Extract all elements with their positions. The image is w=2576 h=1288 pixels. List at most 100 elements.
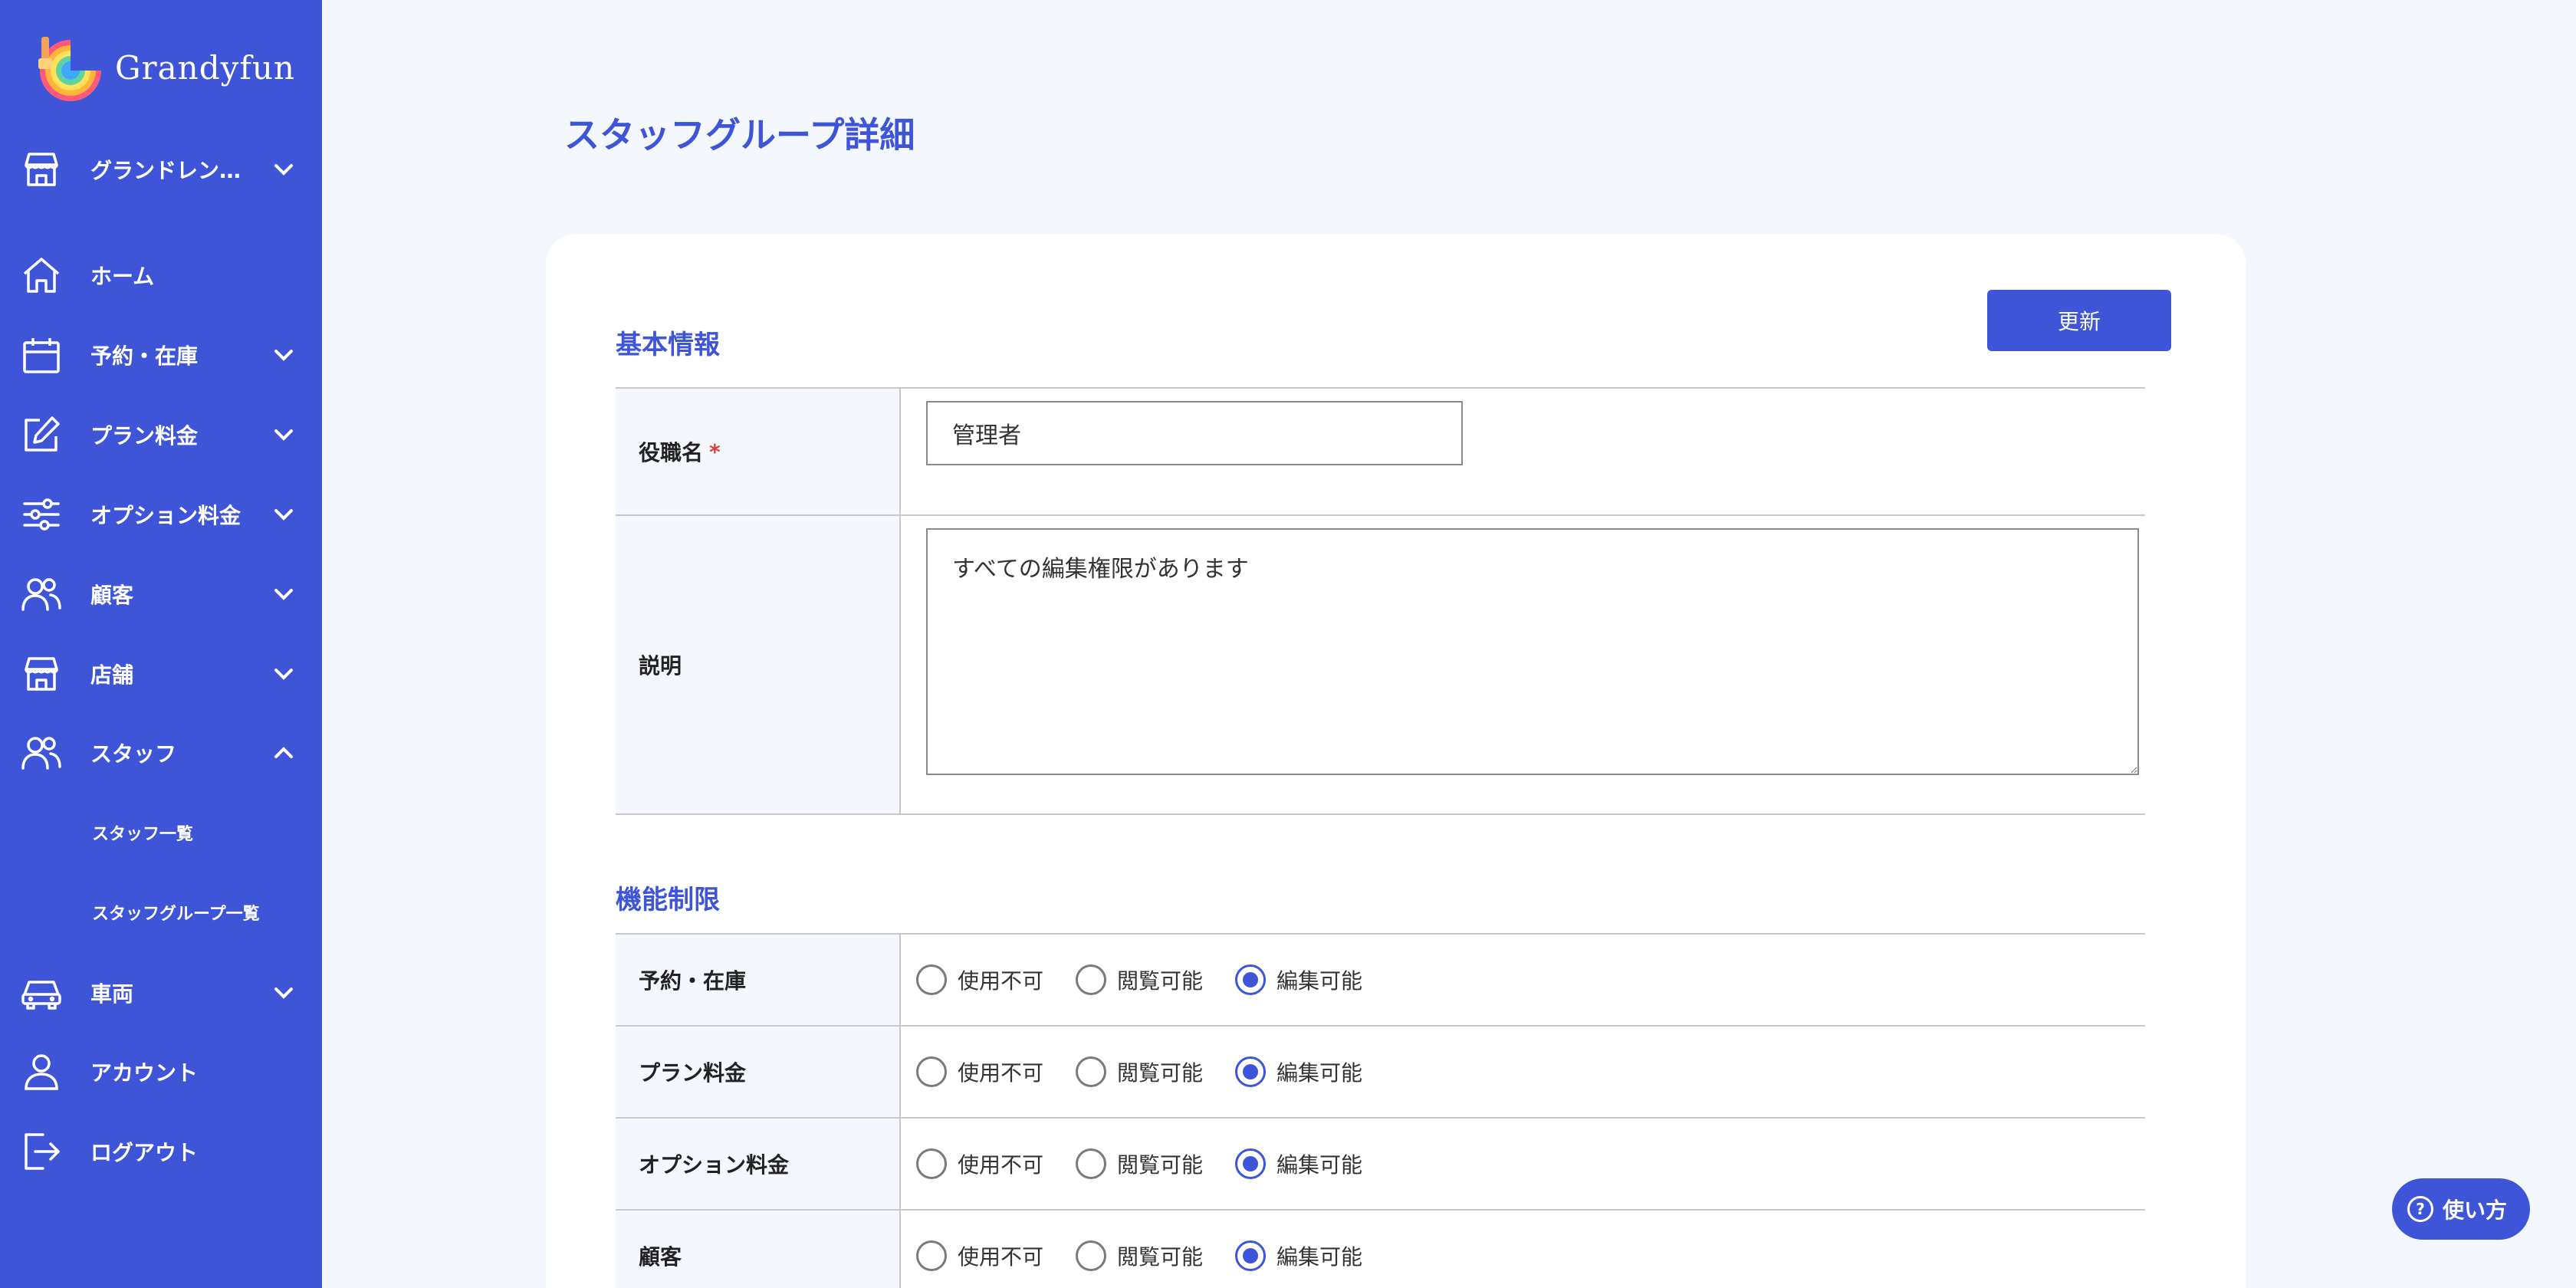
user-icon bbox=[25, 1054, 58, 1090]
radio-button[interactable] bbox=[916, 1056, 947, 1087]
store-selector-label: グランドレン… bbox=[90, 158, 242, 183]
radio-button[interactable] bbox=[1076, 1056, 1107, 1087]
radio-label: 閲覧可能 bbox=[1117, 1060, 1204, 1086]
basic-info-section-title: 基本情報 bbox=[616, 330, 720, 360]
store-icon bbox=[25, 657, 58, 691]
radio-option-disabled[interactable]: 使用不可 bbox=[916, 1148, 1043, 1179]
store-selector[interactable]: グランドレン… bbox=[0, 135, 322, 204]
sidebar-item-label: 車両 bbox=[90, 981, 134, 1007]
radio-button[interactable] bbox=[1076, 1148, 1107, 1179]
update-button[interactable]: 更新 bbox=[1987, 290, 2171, 351]
role-name-label: 役職名 * bbox=[616, 389, 901, 514]
radio-label: 閲覧可能 bbox=[1117, 1152, 1204, 1178]
radio-option-view[interactable]: 閲覧可能 bbox=[1076, 964, 1203, 995]
sidebar-item-staff[interactable]: スタッフ bbox=[0, 718, 322, 787]
radio-label: 使用不可 bbox=[958, 1060, 1044, 1086]
radio-label: 使用不可 bbox=[958, 1152, 1044, 1178]
radio-label: 閲覧可能 bbox=[1117, 1244, 1204, 1270]
brand-name: Grandyfun bbox=[115, 48, 295, 87]
permission-radio-group: 使用不可 閲覧可能 編集可能 bbox=[916, 1211, 1395, 1288]
radio-option-disabled[interactable]: 使用不可 bbox=[916, 1240, 1043, 1271]
car-icon bbox=[21, 981, 61, 1010]
permission-radio-group: 使用不可 閲覧可能 編集可能 bbox=[916, 1027, 1395, 1117]
sidebar-item-vehicles[interactable]: 車両 bbox=[0, 958, 322, 1027]
sidebar-subitem-staff-list[interactable]: スタッフ一覧 bbox=[92, 810, 193, 856]
question-icon: ? bbox=[2407, 1196, 2433, 1222]
sidebar-item-logout[interactable]: ログアウト bbox=[0, 1117, 322, 1186]
sidebar-item-label: 予約・在庫 bbox=[90, 343, 199, 369]
permission-radio-group: 使用不可 閲覧可能 編集可能 bbox=[916, 935, 1395, 1025]
radio-button-selected[interactable] bbox=[1235, 1056, 1267, 1087]
sidebar-item-label: オプション料金 bbox=[90, 503, 242, 528]
permission-row-label: 予約・在庫 bbox=[616, 935, 901, 1025]
radio-button[interactable] bbox=[1076, 964, 1107, 995]
help-button[interactable]: ? 使い方 bbox=[2392, 1178, 2530, 1240]
sidebar: Grandyfun グランドレン… ホーム 予約・在庫 プラン料金 オプション料… bbox=[0, 0, 322, 1288]
radio-option-edit[interactable]: 編集可能 bbox=[1235, 964, 1362, 995]
permission-row-label: プラン料金 bbox=[616, 1027, 901, 1117]
basic-info-table: 役職名 * 説明 すべての編集権限があります bbox=[616, 387, 2145, 815]
chevron-down-icon bbox=[274, 429, 293, 441]
radio-button[interactable] bbox=[916, 964, 947, 995]
sidebar-item-reservations[interactable]: 予約・在庫 bbox=[0, 320, 322, 389]
permission-row-label: 顧客 bbox=[616, 1211, 901, 1288]
permission-row-customers: 顧客 使用不可 閲覧可能 編集可能 bbox=[616, 1211, 2145, 1288]
permission-row-label: オプション料金 bbox=[616, 1119, 901, 1209]
sidebar-item-option-pricing[interactable]: オプション料金 bbox=[0, 480, 322, 549]
sliders-icon bbox=[23, 498, 60, 531]
permission-radio-group: 使用不可 閲覧可能 編集可能 bbox=[916, 1119, 1395, 1209]
radio-button-selected[interactable] bbox=[1235, 1240, 1267, 1271]
users-icon bbox=[21, 737, 61, 770]
radio-label: 編集可能 bbox=[1276, 1244, 1363, 1270]
radio-option-edit[interactable]: 編集可能 bbox=[1235, 1240, 1362, 1271]
radio-option-view[interactable]: 閲覧可能 bbox=[1076, 1148, 1203, 1179]
radio-button[interactable] bbox=[1076, 1240, 1107, 1271]
sidebar-item-label: 顧客 bbox=[90, 583, 134, 608]
brand-logo[interactable]: Grandyfun bbox=[31, 31, 295, 104]
radio-option-view[interactable]: 閲覧可能 bbox=[1076, 1056, 1203, 1087]
store-icon bbox=[25, 153, 58, 186]
users-icon bbox=[21, 578, 61, 611]
edit-icon bbox=[25, 416, 60, 452]
description-label: 説明 bbox=[616, 516, 901, 813]
role-name-input[interactable] bbox=[926, 401, 1463, 465]
radio-button-selected[interactable] bbox=[1235, 964, 1267, 995]
radio-label: 編集可能 bbox=[1276, 1060, 1363, 1086]
role-name-label-text: 役職名 bbox=[639, 440, 704, 465]
radio-label: 使用不可 bbox=[958, 1244, 1044, 1270]
sidebar-item-home[interactable]: ホーム bbox=[0, 241, 322, 310]
sidebar-subitem-staff-group-list[interactable]: スタッフグループ一覧 bbox=[92, 889, 260, 935]
sidebar-item-label: アカウント bbox=[90, 1060, 199, 1086]
radio-option-disabled[interactable]: 使用不可 bbox=[916, 964, 1043, 995]
sidebar-item-label: スタッフ bbox=[90, 741, 177, 767]
sidebar-item-label: ログアウト bbox=[90, 1140, 199, 1165]
permission-row-plan-pricing: プラン料金 使用不可 閲覧可能 編集可能 bbox=[616, 1027, 2145, 1119]
chevron-down-icon bbox=[274, 164, 293, 176]
sidebar-item-stores[interactable]: 店舗 bbox=[0, 639, 322, 708]
permission-row-reservations: 予約・在庫 使用不可 閲覧可能 編集可能 bbox=[616, 935, 2145, 1027]
home-icon bbox=[23, 258, 60, 293]
sidebar-item-label: 店舗 bbox=[90, 662, 134, 688]
chevron-down-icon bbox=[274, 350, 293, 361]
sidebar-item-label: プラン料金 bbox=[90, 423, 199, 449]
radio-option-edit[interactable]: 編集可能 bbox=[1235, 1056, 1362, 1087]
radio-option-edit[interactable]: 編集可能 bbox=[1235, 1148, 1362, 1179]
chevron-down-icon bbox=[274, 589, 293, 600]
sidebar-item-customers[interactable]: 顧客 bbox=[0, 560, 322, 629]
radio-button[interactable] bbox=[916, 1240, 947, 1271]
radio-label: 編集可能 bbox=[1276, 1152, 1363, 1178]
sidebar-item-plan-pricing[interactable]: プラン料金 bbox=[0, 400, 322, 469]
grandyfun-logo-icon bbox=[38, 37, 104, 101]
permissions-section-title: 機能制限 bbox=[616, 885, 720, 915]
radio-option-disabled[interactable]: 使用不可 bbox=[916, 1056, 1043, 1087]
sidebar-item-account[interactable]: アカウント bbox=[0, 1037, 322, 1106]
radio-option-view[interactable]: 閲覧可能 bbox=[1076, 1240, 1203, 1271]
help-button-label: 使い方 bbox=[2443, 1198, 2508, 1223]
required-mark: * bbox=[709, 439, 721, 465]
description-textarea[interactable]: すべての編集権限があります bbox=[926, 528, 2139, 775]
radio-button[interactable] bbox=[916, 1148, 947, 1179]
sidebar-item-label: ホーム bbox=[90, 264, 155, 289]
logout-icon bbox=[25, 1133, 60, 1170]
permissions-table: 予約・在庫 使用不可 閲覧可能 編集可能 プラン料金 使用不可 閲覧可能 編集可… bbox=[616, 933, 2145, 1288]
radio-button-selected[interactable] bbox=[1235, 1148, 1267, 1179]
